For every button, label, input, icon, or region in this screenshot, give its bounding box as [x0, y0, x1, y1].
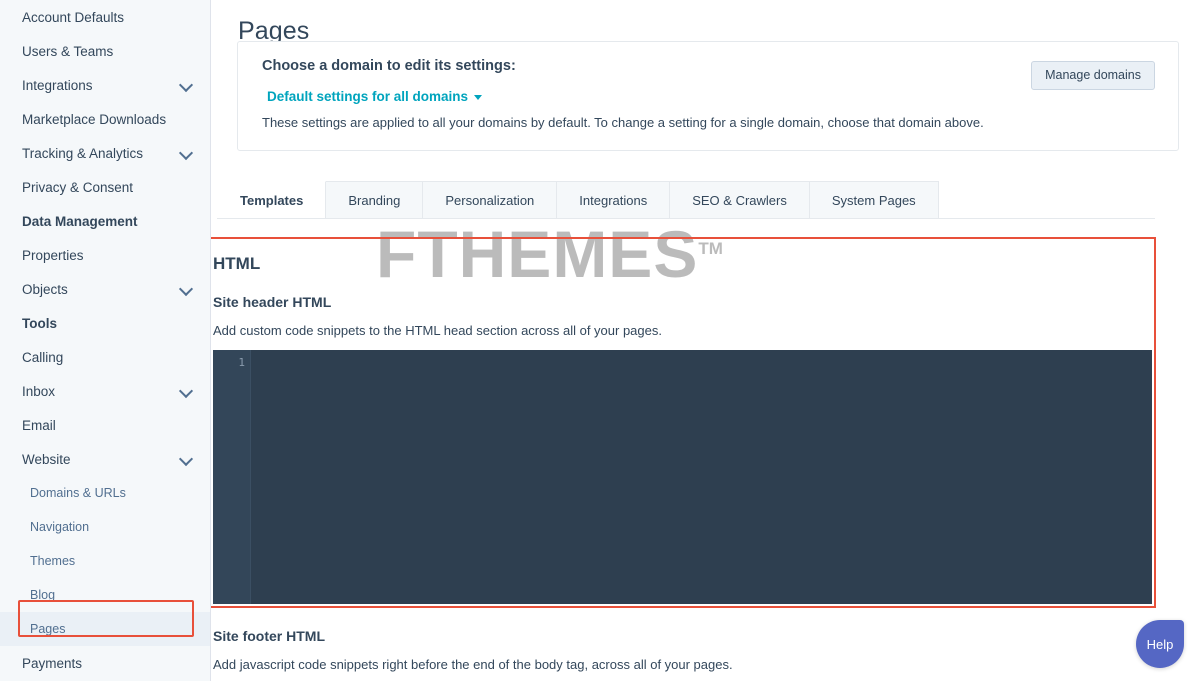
tab-branding[interactable]: Branding	[326, 181, 424, 219]
sidebar-item-label: Email	[22, 417, 56, 433]
code-editor-gutter: 1	[213, 350, 251, 604]
sidebar-item-label: Blog	[30, 588, 56, 602]
chevron-down-icon[interactable]	[180, 282, 194, 296]
sidebar-item-marketplace-downloads[interactable]: Marketplace Downloads	[0, 102, 210, 136]
site-footer-html-label: Site footer HTML	[213, 628, 325, 644]
code-editor-text-area[interactable]	[251, 350, 1152, 604]
domain-select-value: Default settings for all domains	[267, 89, 469, 104]
tab-bar-underline	[217, 218, 1155, 219]
site-header-html-code-editor[interactable]: 1	[213, 350, 1152, 604]
sidebar-item-privacy-consent[interactable]: Privacy & Consent	[0, 170, 210, 204]
domain-select-dropdown[interactable]: Default settings for all domains	[267, 89, 483, 104]
sidebar-item-label: Privacy & Consent	[22, 179, 134, 195]
site-header-html-description: Add custom code snippets to the HTML hea…	[213, 323, 662, 338]
sidebar-item-label: Tracking & Analytics	[22, 145, 144, 161]
settings-tab-bar: Templates Branding Personalization Integrat…	[211, 181, 1200, 219]
html-section-heading: HTML	[213, 254, 261, 273]
sidebar-item-domains-urls[interactable]: Domains & URLs	[0, 476, 210, 510]
domain-settings-card: Choose a domain to edit its settings: De…	[237, 41, 1179, 151]
sidebar-item-email[interactable]: Email	[0, 408, 210, 442]
watermark-trademark: TM	[698, 239, 723, 258]
chevron-down-icon[interactable]	[180, 384, 194, 398]
fthemes-watermark: FTHEMESTM	[376, 216, 723, 292]
settings-sidebar: Account Defaults Users & Teams Integration…	[0, 0, 211, 681]
tab-system-pages[interactable]: System Pages	[809, 181, 939, 219]
main-content: Pages Choose a domain to edit its settin…	[211, 0, 1200, 681]
chevron-down-icon	[474, 95, 483, 100]
domain-card-heading: Choose a domain to edit its settings:	[262, 58, 516, 74]
sidebar-item-label: Navigation	[30, 520, 90, 534]
sidebar-item-website[interactable]: Website	[0, 442, 210, 476]
chevron-down-icon[interactable]	[180, 452, 194, 466]
domain-card-description: These settings are applied to all your d…	[262, 115, 984, 130]
manage-domains-button[interactable]: Manage domains	[1031, 61, 1155, 90]
sidebar-item-label: Account Defaults	[22, 9, 125, 25]
sidebar-nav-list: Account Defaults Users & Teams Integration…	[0, 0, 210, 680]
tab-integrations[interactable]: Integrations	[557, 181, 671, 219]
site-header-html-label: Site header HTML	[213, 294, 332, 310]
sidebar-item-calling[interactable]: Calling	[0, 340, 210, 374]
sidebar-item-label: Domains & URLs	[30, 486, 126, 500]
sidebar-item-tracking-analytics[interactable]: Tracking & Analytics	[0, 136, 210, 170]
sidebar-item-label: Marketplace Downloads	[22, 111, 167, 127]
sidebar-item-integrations[interactable]: Integrations	[0, 68, 210, 102]
sidebar-item-inbox[interactable]: Inbox	[0, 374, 210, 408]
sidebar-item-properties[interactable]: Properties	[0, 238, 210, 272]
sidebar-item-tools: Tools	[0, 306, 210, 340]
sidebar-item-payments[interactable]: Payments	[0, 646, 210, 680]
sidebar-item-label: Payments	[22, 655, 83, 671]
sidebar-item-navigation[interactable]: Navigation	[0, 510, 210, 544]
tab-personalization[interactable]: Personalization	[423, 181, 558, 219]
sidebar-item-label: Website	[22, 451, 71, 467]
sidebar-item-label: Tools	[22, 315, 57, 331]
sidebar-item-label: Pages	[30, 622, 66, 636]
sidebar-item-label: Themes	[30, 554, 76, 568]
sidebar-item-label: Objects	[22, 281, 68, 297]
tab-templates[interactable]: Templates	[217, 181, 327, 219]
sidebar-item-label: Calling	[22, 349, 64, 365]
sidebar-item-users-teams[interactable]: Users & Teams	[0, 34, 210, 68]
sidebar-item-label: Users & Teams	[22, 43, 114, 59]
sidebar-item-pages[interactable]: Pages	[0, 612, 210, 646]
settings-page: Account Defaults Users & Teams Integration…	[0, 0, 1200, 681]
code-editor-line-number: 1	[238, 356, 245, 369]
help-button[interactable]: Help	[1136, 620, 1184, 668]
chevron-down-icon[interactable]	[180, 146, 194, 160]
sidebar-item-label: Inbox	[22, 383, 56, 399]
sidebar-item-themes[interactable]: Themes	[0, 544, 210, 578]
sidebar-item-objects[interactable]: Objects	[0, 272, 210, 306]
tab-seo-crawlers[interactable]: SEO & Crawlers	[670, 181, 810, 219]
site-footer-html-description: Add javascript code snippets right befor…	[213, 657, 733, 672]
sidebar-item-account-defaults[interactable]: Account Defaults	[0, 0, 210, 34]
sidebar-item-label: Integrations	[22, 77, 93, 93]
sidebar-item-label: Properties	[22, 247, 84, 263]
watermark-text: FTHEMES	[376, 217, 699, 291]
sidebar-item-blog[interactable]: Blog	[0, 578, 210, 612]
sidebar-item-data-management: Data Management	[0, 204, 210, 238]
chevron-down-icon[interactable]	[180, 78, 194, 92]
sidebar-item-label: Data Management	[22, 213, 138, 229]
